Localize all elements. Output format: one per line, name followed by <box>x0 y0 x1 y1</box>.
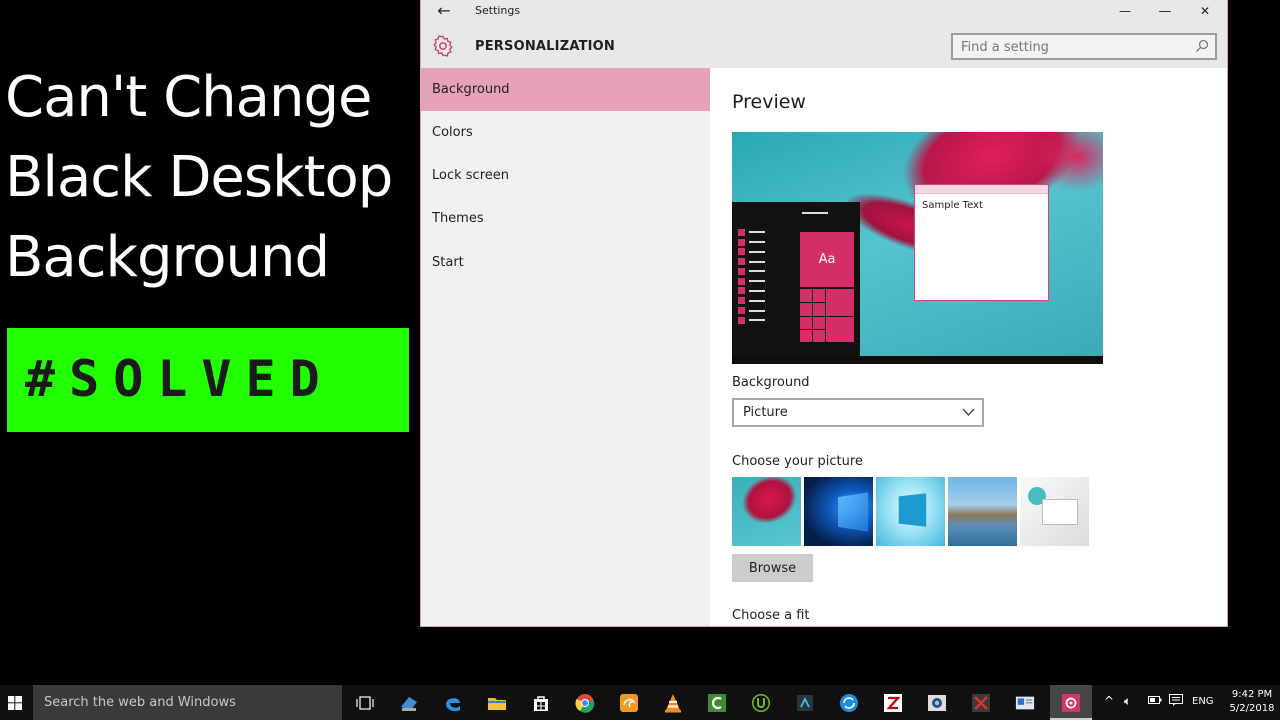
battery-icon[interactable] <box>1148 694 1162 708</box>
taskbar-search-box[interactable]: Search the web and Windows <box>33 685 342 720</box>
video-editor-icon[interactable] <box>795 693 815 713</box>
sidebar-item-lock-screen[interactable]: Lock screen <box>421 154 710 197</box>
background-dropdown-value: Picture <box>743 405 788 420</box>
store-icon[interactable] <box>531 693 551 713</box>
preview-start-line <box>802 212 828 214</box>
gear-icon <box>433 35 453 57</box>
preview-sample-text: Sample Text <box>922 200 983 211</box>
headline-line-2: Black Desktop <box>5 145 393 210</box>
task-view-icon[interactable] <box>355 693 375 713</box>
solved-badge: #SOLVED <box>7 328 409 432</box>
search-icon <box>1196 39 1209 52</box>
preview-sample-window: Sample Text <box>914 184 1049 301</box>
vlc-icon[interactable] <box>663 693 683 713</box>
taskbar-search-placeholder: Search the web and Windows <box>44 695 236 710</box>
headline-line-3: Background <box>5 225 330 290</box>
title-bar: ← Settings — ✕ — PERSONALIZATION <box>421 0 1227 68</box>
solved-badge-text: #SOLVED <box>25 350 334 408</box>
uc-browser-icon[interactable] <box>619 693 639 713</box>
choose-fit-label: Choose a fit <box>732 608 810 623</box>
camtasia-icon[interactable] <box>707 693 727 713</box>
preview-tile: Aa <box>800 232 854 287</box>
sync-app-icon[interactable] <box>839 693 859 713</box>
picture-thumbnail-windows-blue[interactable] <box>804 477 873 546</box>
windows-media-icon[interactable] <box>399 693 419 713</box>
preview-tile-grid <box>800 289 854 355</box>
section-title: PERSONALIZATION <box>475 39 616 54</box>
screen: Can't Change Black Desktop Background #S… <box>0 0 1280 720</box>
browse-button[interactable]: Browse <box>732 554 813 582</box>
picture-thumbnail-flower[interactable] <box>732 477 801 546</box>
settings-taskbar-button[interactable] <box>1050 685 1092 720</box>
system-clock[interactable]: 9:42 PM 5/2/2018 <box>1226 688 1278 716</box>
sidebar-item-start[interactable]: Start <box>421 241 710 284</box>
sidebar-item-themes[interactable]: Themes <box>421 197 710 240</box>
utorrent-icon[interactable] <box>751 693 771 713</box>
chrome-icon[interactable] <box>575 693 595 713</box>
back-arrow-icon[interactable]: ← <box>433 2 455 20</box>
picture-thumbnail-devices[interactable] <box>1020 477 1089 546</box>
taskbar: Search the web and Windows ^ 🔈︎ ENG 9:42… <box>0 685 1280 720</box>
content-pane: Preview Aa Sample Text Background Pictur… <box>710 68 1227 626</box>
picture-thumbnail-windows-light[interactable] <box>876 477 945 546</box>
background-label: Background <box>732 375 810 390</box>
minimize-icon <box>1145 0 1185 22</box>
preview-image: Aa Sample Text <box>732 132 1103 364</box>
search-input[interactable] <box>961 38 1191 56</box>
preview-start-menu: Aa <box>732 202 860 356</box>
photo-app-icon[interactable] <box>927 693 947 713</box>
sidebar: Background Colors Lock screen Themes Sta… <box>421 68 710 626</box>
find-setting-search[interactable] <box>951 33 1217 60</box>
preview-start-list <box>738 228 770 326</box>
settings-window: ← Settings — ✕ — PERSONALIZATION Backgro… <box>420 0 1228 627</box>
minimize-button-2[interactable]: — <box>1105 0 1145 22</box>
show-hidden-icons-chevron-icon[interactable]: ^ <box>1104 694 1114 708</box>
preview-title: Preview <box>732 91 806 113</box>
background-dropdown[interactable]: Picture <box>732 398 984 427</box>
edge-browser-icon[interactable] <box>443 693 463 713</box>
language-indicator[interactable]: ENG <box>1192 696 1214 707</box>
close-button[interactable]: ✕ <box>1185 0 1225 22</box>
sidebar-item-colors[interactable]: Colors <box>421 111 710 154</box>
clock-date: 5/2/2018 <box>1229 703 1275 714</box>
sidebar-item-background[interactable]: Background <box>421 68 710 111</box>
picture-thumbnail-beach[interactable] <box>948 477 1017 546</box>
preview-taskbar <box>732 356 1103 364</box>
window-title: Settings <box>475 4 521 17</box>
preview-flower-petal-2 <box>1032 132 1103 192</box>
windows-start-button[interactable] <box>0 685 30 720</box>
filezilla-icon[interactable] <box>883 693 903 713</box>
choose-picture-label: Choose your picture <box>732 454 863 469</box>
windows-logo-icon <box>8 695 22 710</box>
contacts-card-icon[interactable] <box>1015 693 1035 713</box>
notifications-icon[interactable] <box>1169 694 1183 709</box>
clock-time: 9:42 PM <box>1231 689 1273 700</box>
chevron-down-icon <box>962 408 975 416</box>
headline-line-1: Can't Change <box>5 65 372 130</box>
volume-icon[interactable]: 🔈︎ <box>1124 694 1131 709</box>
headline: Can't Change Black Desktop Background <box>5 58 393 298</box>
settings-gear-icon <box>1062 694 1080 712</box>
file-explorer-icon[interactable] <box>487 693 507 713</box>
snipping-tool-icon[interactable] <box>971 693 991 713</box>
